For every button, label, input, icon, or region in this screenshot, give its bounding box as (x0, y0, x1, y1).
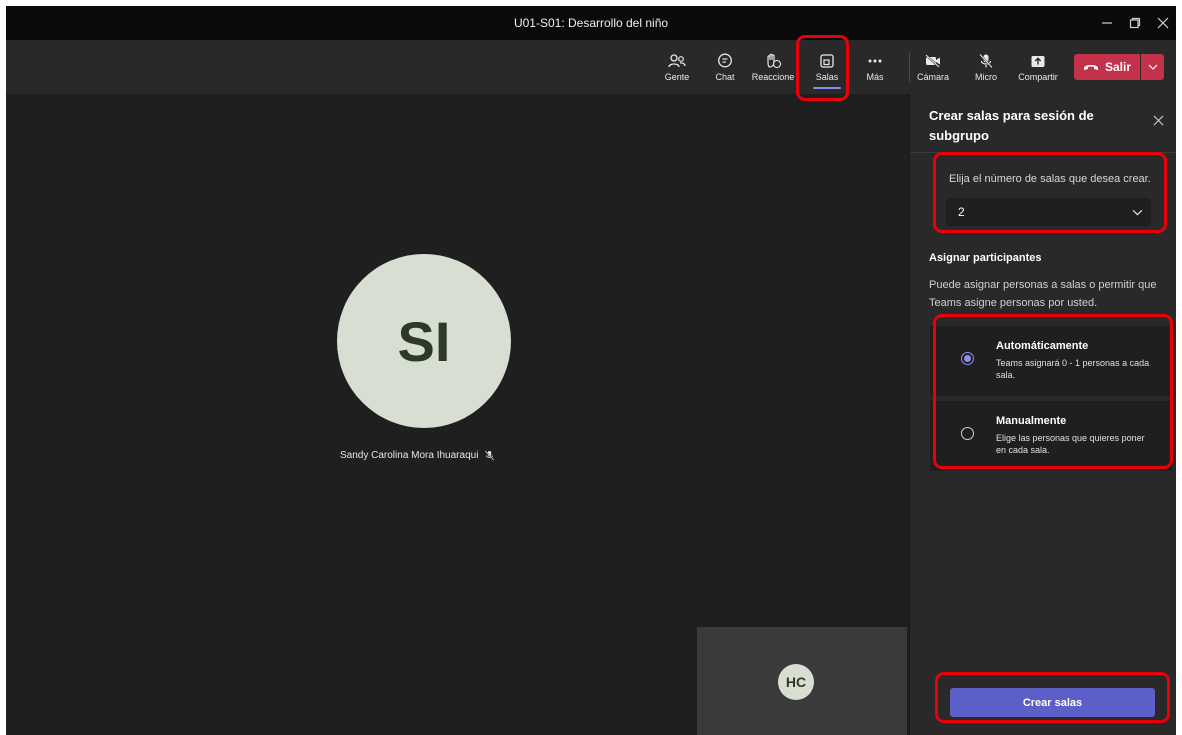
toolbar-divider (909, 52, 910, 82)
camera-button[interactable]: Cámara (917, 40, 950, 94)
participant-name: Sandy Carolina Mora Ihuaraqui (340, 450, 479, 461)
window-title: U01-S01: Desarrollo del niño (513, 16, 669, 30)
chevron-down-icon (1132, 209, 1143, 216)
participant-name-tag: Sandy Carolina Mora Ihuaraqui (340, 450, 495, 461)
share-label: Compartir (1018, 71, 1058, 82)
more-label: Más (866, 71, 884, 82)
create-rooms-button[interactable]: Crear salas (950, 688, 1155, 717)
video-stage: SI Sandy Carolina Mora Ihuaraqui HC (6, 94, 908, 735)
people-label: Gente (664, 71, 690, 82)
assign-description: Puede asignar personas a salas o permiti… (929, 279, 1157, 309)
rooms-count-label: Elija el número de salas que desea crear… (949, 173, 1151, 185)
leave-label: Salir (1104, 60, 1131, 74)
camera-off-icon (925, 53, 940, 68)
panel-divider (910, 152, 1176, 153)
hangup-icon (1083, 65, 1098, 70)
breakout-rooms-label: Salas (815, 71, 839, 82)
chat-button[interactable]: Chat (711, 40, 739, 94)
panel-close-button[interactable] (1148, 112, 1168, 132)
mic-button[interactable]: Micro (971, 40, 1001, 94)
reactions-button[interactable]: Reaccione (748, 40, 798, 94)
rooms-count-dropdown[interactable]: 2 (946, 198, 1151, 226)
mic-off-icon (979, 53, 993, 68)
mic-muted-icon (485, 450, 495, 461)
option-automatic-description: Teams asignará 0 - 1 personas a cada sal… (996, 358, 1150, 380)
chevron-down-icon (1148, 64, 1157, 70)
option-manual[interactable]: Manualmente Elige las personas que quier… (930, 401, 1172, 471)
minimize-icon (1102, 22, 1112, 24)
share-button[interactable]: Compartir (1014, 40, 1062, 94)
active-tab-indicator (813, 87, 841, 89)
leave-button[interactable]: Salir (1074, 54, 1140, 80)
reactions-icon (767, 53, 782, 68)
chat-label: Chat (715, 71, 735, 82)
chat-icon (718, 53, 732, 67)
close-window-button[interactable] (1146, 6, 1176, 40)
leave-options-button[interactable] (1141, 54, 1164, 80)
camera-label: Cámara (917, 71, 950, 82)
teams-meeting-window: U01-S01: Desarrollo del niño Gente Chat … (6, 6, 1176, 735)
rooms-count-value: 2 (958, 205, 965, 219)
option-manual-description: Elige las personas que quieres poner en … (996, 433, 1145, 455)
close-icon (1157, 17, 1169, 29)
radio-automatic[interactable] (961, 352, 974, 365)
panel-title: Crear salas para sesión de subgrupo (929, 108, 1094, 143)
people-icon (668, 53, 686, 67)
radio-manual[interactable] (961, 427, 974, 440)
people-button[interactable]: Gente (662, 40, 692, 94)
reactions-label: Reaccione (751, 71, 795, 82)
option-manual-title: Manualmente (996, 415, 1067, 427)
breakout-rooms-icon (820, 53, 834, 68)
share-icon (1031, 55, 1045, 67)
breakout-rooms-panel: Crear salas para sesión de subgrupo Elij… (909, 94, 1176, 735)
more-button[interactable]: Más (862, 40, 888, 94)
meeting-toolbar: Gente Chat Reaccione Salas Más Cámara Mi… (6, 40, 1176, 94)
title-bar: U01-S01: Desarrollo del niño (6, 6, 1176, 40)
assign-heading: Asignar participantes (929, 252, 1042, 264)
option-automatic-title: Automáticamente (996, 340, 1089, 352)
maximize-icon (1129, 17, 1141, 29)
mic-label: Micro (975, 71, 997, 82)
close-icon (1153, 115, 1163, 126)
self-avatar: HC (778, 664, 814, 700)
breakout-rooms-button[interactable]: Salas (811, 40, 843, 94)
more-icon (868, 59, 882, 62)
option-automatic[interactable]: Automáticamente Teams asignará 0 - 1 per… (930, 326, 1172, 396)
participant-avatar: SI (337, 254, 511, 428)
self-video-tile[interactable]: HC (697, 627, 907, 735)
